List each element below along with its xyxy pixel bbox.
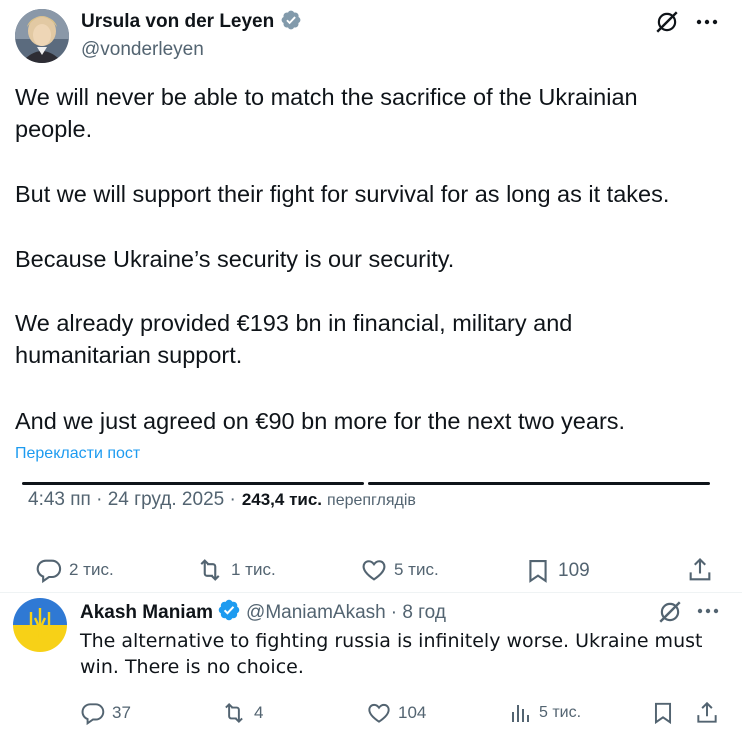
- repost-icon: [225, 702, 243, 724]
- reply-like-count: 104: [398, 703, 427, 722]
- bookmark-button[interactable]: 109: [524, 556, 590, 586]
- reply-avatar[interactable]: [13, 598, 67, 652]
- reply-views-count: 5 тис.: [539, 704, 582, 721]
- media-scroll-bar-left: [22, 482, 364, 485]
- tweet-timestamp[interactable]: 4:43 пп · 24 груд. 2025 ·: [28, 489, 236, 511]
- tweet-paragraph-2: But we will support their fight for surv…: [15, 181, 670, 207]
- grok-icon[interactable]: [656, 598, 684, 626]
- share-icon: [689, 558, 711, 581]
- reply-repost-count: 4: [254, 703, 264, 722]
- tweet-paragraph-1: We will never be able to match the sacri…: [15, 84, 638, 142]
- repost-count: 1 тис.: [231, 560, 276, 579]
- author-handle[interactable]: @vonderleyen: [81, 39, 581, 61]
- reply-time[interactable]: · 8 год: [391, 602, 446, 624]
- tweet-paragraph-3: Because Ukraine’s security is our securi…: [15, 246, 455, 272]
- media-scroll-bar-right: [368, 482, 710, 485]
- verified-badge-icon: [280, 9, 302, 36]
- author-avatar[interactable]: [15, 9, 69, 63]
- author-header: Ursula von der Leyen @vonderleyen: [81, 8, 581, 61]
- reply-header: Akash Maniam @ManiamAkash · 8 год: [80, 598, 446, 627]
- like-icon: [362, 560, 386, 581]
- tweet-meta: 4:43 пп · 24 груд. 2025 · 243,4 тис. пер…: [28, 489, 416, 511]
- reply-reply-count: 37: [112, 703, 131, 722]
- like-icon: [368, 703, 390, 723]
- tweet-paragraph-4: We already provided €193 bn in financial…: [15, 310, 573, 368]
- repost-icon: [200, 559, 220, 581]
- reply-share-button[interactable]: [694, 699, 720, 727]
- share-icon: [697, 701, 717, 723]
- share-button[interactable]: [686, 555, 714, 585]
- reply-author-name[interactable]: Akash Maniam: [80, 602, 213, 624]
- views-label: перепглядів: [327, 492, 416, 509]
- author-name[interactable]: Ursula von der Leyen: [81, 11, 274, 33]
- reply-button[interactable]: 2 тис.: [35, 556, 114, 584]
- views-count: 243,4 тис.: [241, 490, 323, 509]
- translate-post-link[interactable]: Перекласти пост: [15, 445, 140, 463]
- more-icon[interactable]: [693, 8, 721, 36]
- reply-icon: [36, 559, 62, 584]
- bookmark-icon: [529, 560, 547, 583]
- like-button[interactable]: 5 тис.: [360, 556, 439, 584]
- like-count: 5 тис.: [394, 560, 439, 579]
- reply-repost-button[interactable]: 4: [220, 700, 263, 726]
- bookmark-icon: [654, 702, 672, 725]
- verified-badge-icon: [217, 598, 241, 627]
- tweet-divider: [0, 592, 742, 593]
- views-icon: [512, 705, 529, 722]
- reply-icon: [81, 703, 105, 726]
- repost-button[interactable]: 1 тис.: [195, 556, 276, 584]
- reply-views-button[interactable]: 5 тис.: [509, 700, 581, 726]
- reply-author-handle[interactable]: @ManiamAkash: [246, 602, 386, 624]
- grok-icon[interactable]: [653, 8, 681, 36]
- reply-bookmark-button[interactable]: [650, 699, 676, 727]
- reply-count: 2 тис.: [69, 560, 114, 579]
- reply-like-button[interactable]: 104: [366, 700, 426, 726]
- reply-reply-button[interactable]: 37: [80, 700, 131, 726]
- more-icon[interactable]: [694, 597, 722, 625]
- tweet-paragraph-5: And we just agreed on €90 bn more for th…: [15, 408, 626, 434]
- bookmark-count: 109: [558, 560, 590, 581]
- reply-text: The alternative to fighting russia is in…: [80, 630, 703, 678]
